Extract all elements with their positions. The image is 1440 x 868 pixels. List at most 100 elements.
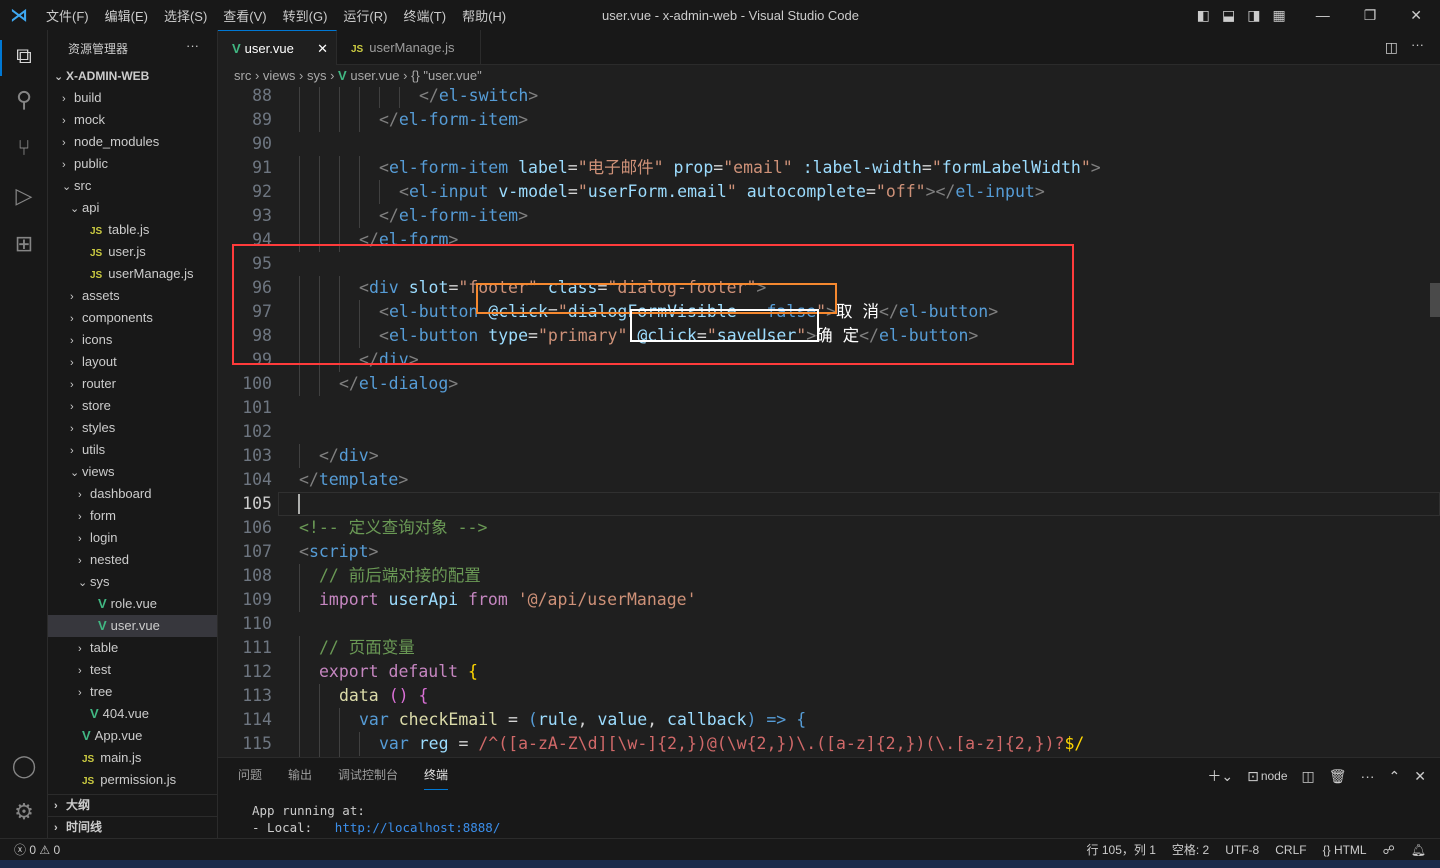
split-editor-icon[interactable]: ◫ — [1385, 39, 1398, 56]
close-button[interactable]: ✕ — [1410, 7, 1422, 24]
tree-item-user-js[interactable]: JS user.js — [48, 241, 217, 263]
code-token: , — [647, 710, 668, 729]
code-token: " — [577, 182, 588, 201]
toggle-panel-icon[interactable]: ⬓ — [1222, 7, 1235, 24]
more-actions-icon[interactable]: ··· — [1411, 37, 1424, 52]
tree-item-user-vue[interactable]: Vuser.vue — [48, 615, 217, 637]
tree-item-utils[interactable]: › utils — [48, 439, 217, 461]
menu-item[interactable]: 编辑(E) — [105, 9, 148, 24]
panel-tab[interactable]: 终端 — [424, 766, 449, 790]
menu-item[interactable]: 帮助(H) — [462, 9, 506, 24]
tree-item-permission-js[interactable]: JS permission.js — [48, 769, 217, 791]
run-debug-icon[interactable]: ▷ — [10, 182, 38, 210]
tree-item-store[interactable]: › store — [48, 395, 217, 417]
panel-tab[interactable]: 输出 — [288, 766, 312, 790]
tree-item-usermanage-js[interactable]: JS userManage.js — [48, 263, 217, 285]
indentation[interactable]: 空格: 2 — [1172, 839, 1209, 861]
extensions-icon[interactable]: ⊞ — [10, 230, 38, 258]
maximize-panel-icon[interactable]: ⌃ — [1389, 768, 1401, 785]
close-panel-icon[interactable]: ✕ — [1414, 768, 1426, 785]
panel-tab[interactable]: 问题 — [238, 766, 262, 790]
breadcrumb-item[interactable]: {} "user.vue" — [411, 68, 482, 83]
tree-item-assets[interactable]: › assets — [48, 285, 217, 307]
menu-item[interactable]: 选择(S) — [164, 9, 207, 24]
tree-item-app-vue[interactable]: V App.vue — [48, 725, 217, 747]
terminal-output[interactable]: App running at: - Local: http://localhost… — [252, 802, 500, 836]
code-editor[interactable]: 88 </el-switch> 89 </el-form-item> 90 91 <el-f… — [218, 87, 1440, 757]
panel-more-icon[interactable]: ··· — [1361, 768, 1375, 784]
tree-item-node_modules[interactable]: › node_modules — [48, 131, 217, 153]
feedback-icon[interactable]: ☍ — [1383, 839, 1395, 861]
menu-item[interactable]: 转到(G) — [283, 9, 328, 24]
outline-section[interactable]: › 大纲 — [48, 794, 217, 816]
tree-item-build[interactable]: › build — [48, 87, 217, 109]
encoding[interactable]: UTF-8 — [1225, 839, 1259, 861]
restore-button[interactable]: ❐ — [1364, 7, 1377, 24]
customize-layout-icon[interactable]: ▦ — [1272, 7, 1285, 24]
new-terminal-icon[interactable]: ＋⌄ — [1207, 766, 1233, 786]
tree-item-label: form — [90, 508, 116, 523]
language-mode[interactable]: {} HTML — [1323, 839, 1367, 861]
tree-item-table[interactable]: › table — [48, 637, 217, 659]
tree-item-components[interactable]: › components — [48, 307, 217, 329]
tree-item-styles[interactable]: › styles — [48, 417, 217, 439]
close-tab-icon[interactable]: ✕ — [317, 31, 328, 66]
tree-item-icons[interactable]: › icons — [48, 329, 217, 351]
tree-item-table-js[interactable]: JS table.js — [48, 219, 217, 241]
timeline-section[interactable]: › 时间线 — [48, 816, 217, 838]
tree-item-sys[interactable]: ⌄ sys — [48, 571, 217, 593]
menu-item[interactable]: 运行(R) — [343, 9, 387, 24]
code-token: callback — [667, 710, 747, 729]
tree-item-role-vue[interactable]: Vrole.vue — [48, 593, 217, 615]
split-terminal-icon[interactable]: ◫ — [1302, 768, 1315, 785]
search-icon[interactable]: ⚲ — [10, 86, 38, 114]
menu-item[interactable]: 查看(V) — [223, 9, 266, 24]
tree-item-form[interactable]: › form — [48, 505, 217, 527]
tree-item-dashboard[interactable]: › dashboard — [48, 483, 217, 505]
tab-usermanage-js[interactable]: JS userManage.js — [337, 30, 481, 65]
tree-item-layout[interactable]: › layout — [48, 351, 217, 373]
breadcrumb-item[interactable]: sys — [307, 68, 327, 83]
tree-item-404-vue[interactable]: V 404.vue — [48, 703, 217, 725]
editor-scrollbar[interactable] — [1430, 283, 1440, 317]
panel-tab[interactable]: 调试控制台 — [338, 766, 398, 790]
indent-guide — [299, 180, 300, 204]
terminal-name[interactable]: node — [1261, 769, 1288, 783]
source-control-icon[interactable]: ⑂ — [10, 134, 38, 162]
tree-item-router[interactable]: › router — [48, 373, 217, 395]
menu-item[interactable]: 文件(F) — [46, 9, 89, 24]
settings-gear-icon[interactable]: ⚙ — [10, 798, 38, 826]
tree-item-test[interactable]: › test — [48, 659, 217, 681]
explorer-icon[interactable]: ⧉ — [10, 42, 38, 70]
notifications-bell-icon[interactable]: 🔔︎ — [1411, 839, 1426, 861]
indent-guide — [319, 684, 320, 708]
toggle-sidebar-icon[interactable]: ◧ — [1197, 7, 1210, 24]
breadcrumb-item[interactable]: src — [234, 68, 251, 83]
tree-item-views[interactable]: ⌄ views — [48, 461, 217, 483]
tree-item-main-js[interactable]: JS main.js — [48, 747, 217, 769]
code-line: <script> — [299, 540, 378, 564]
tree-item-public[interactable]: › public — [48, 153, 217, 175]
tree-item-api[interactable]: ⌄ api — [48, 197, 217, 219]
problems-indicator[interactable]: ⓧ 0 ⚠ 0 — [14, 839, 60, 861]
tree-item-login[interactable]: › login — [48, 527, 217, 549]
breadcrumb-item[interactable]: user.vue — [350, 68, 399, 83]
breadcrumb-item[interactable]: views — [263, 68, 296, 83]
tree-item-nested[interactable]: › nested — [48, 549, 217, 571]
workspace-root[interactable]: ⌄ X-ADMIN-WEB — [48, 65, 217, 87]
toggle-secondary-sidebar-icon[interactable]: ◨ — [1247, 7, 1260, 24]
tree-item-tree[interactable]: › tree — [48, 681, 217, 703]
explorer-more-button[interactable]: ··· — [186, 38, 199, 53]
account-icon[interactable]: ◯ — [10, 752, 38, 780]
line-ending[interactable]: CRLF — [1275, 839, 1306, 861]
tree-item-mock[interactable]: › mock — [48, 109, 217, 131]
minimize-button[interactable]: — — [1316, 7, 1330, 23]
cursor-position[interactable]: 行 105，列 1 — [1087, 839, 1156, 861]
tree-item-src[interactable]: ⌄ src — [48, 175, 217, 197]
local-url-link[interactable]: http://localhost:8888/ — [335, 820, 501, 835]
kill-terminal-icon[interactable]: 🗑 — [1329, 768, 1347, 785]
tab-user-vue[interactable]: Vuser.vue ✕ — [218, 30, 337, 65]
menu-item[interactable]: 终端(T) — [403, 9, 446, 24]
